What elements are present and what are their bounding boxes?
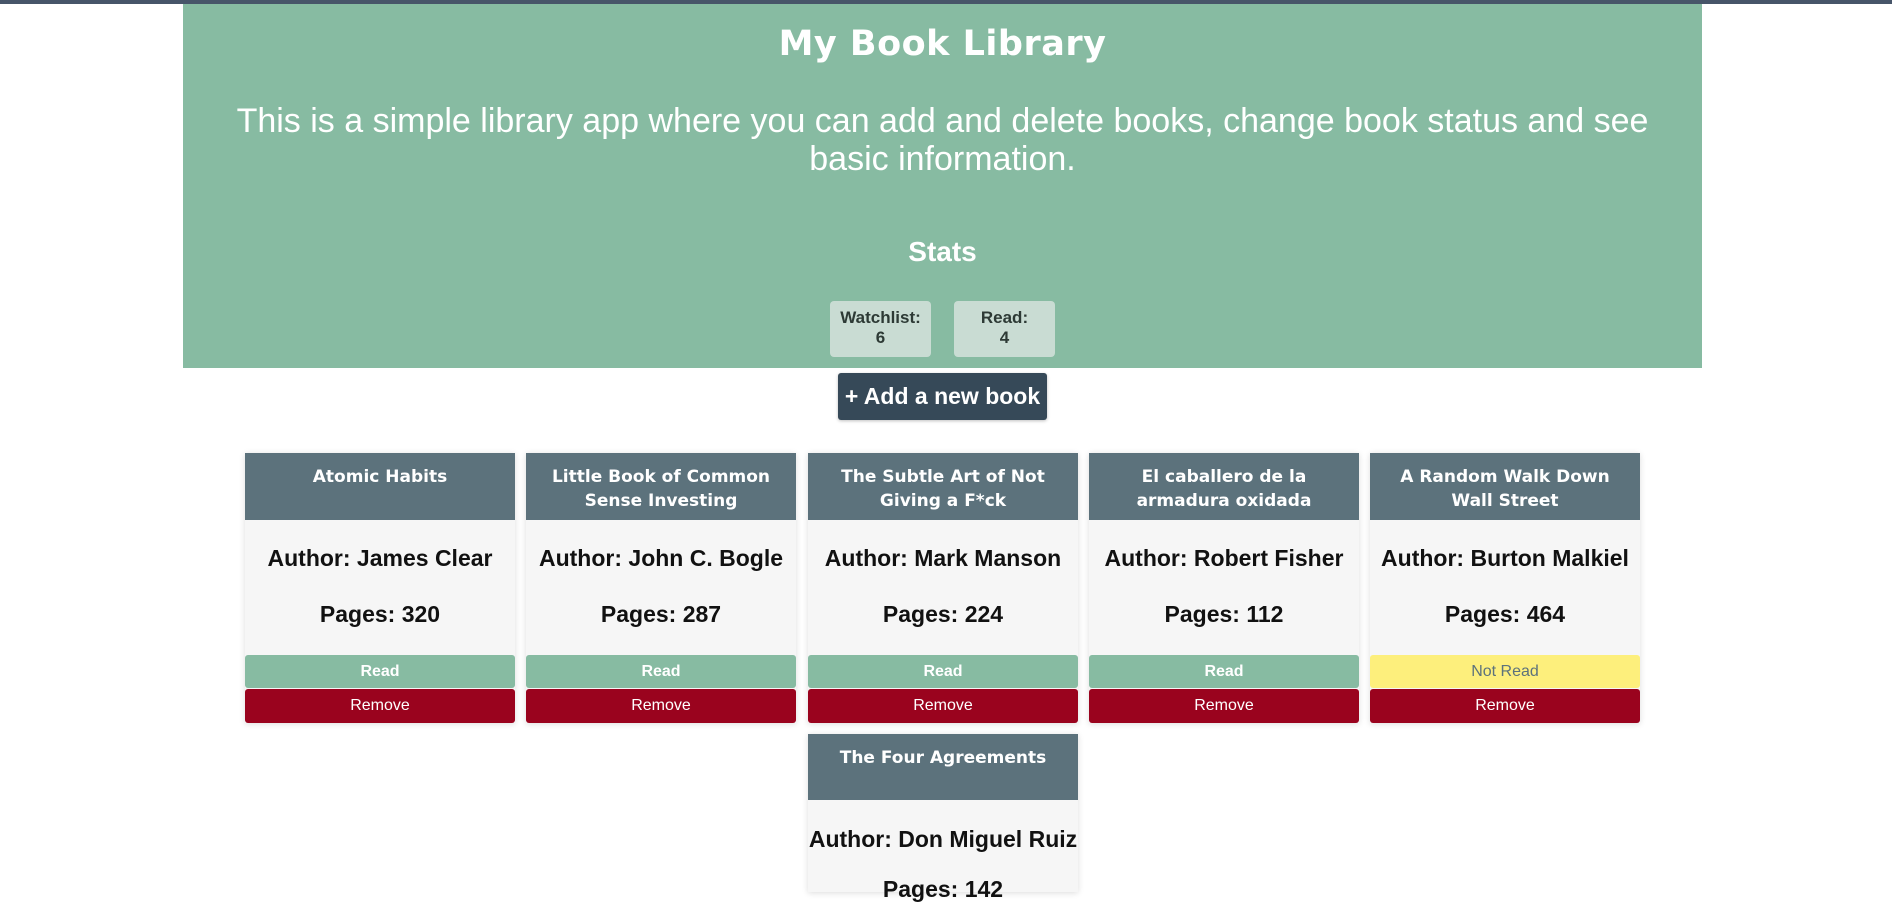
read-status-button[interactable]: Read (808, 655, 1078, 688)
book-author: Author: James Clear (267, 545, 493, 571)
book-author: Author: John C. Bogle (538, 545, 784, 571)
book-author: Author: Don Miguel Ruiz (808, 826, 1078, 852)
app-description: This is a simple library app where you c… (236, 102, 1649, 178)
read-status-button[interactable]: Read (1089, 655, 1359, 688)
watchlist-stat: Watchlist: 6 (830, 301, 931, 357)
book-card: The Four Agreements Author: Don Miguel R… (808, 734, 1078, 902)
remove-button[interactable]: Remove (808, 689, 1078, 723)
book-author: Author: Burton Malkiel (1381, 545, 1629, 571)
book-title: The Four Agreements (808, 734, 1078, 800)
not-read-status-button[interactable]: Not Read (1370, 655, 1640, 688)
book-title: El caballero de la armadura oxidada (1089, 453, 1359, 520)
book-card: El caballero de la armadura oxidada Auth… (1089, 453, 1359, 723)
book-card: Atomic Habits Author: James Clear Pages:… (245, 453, 515, 723)
book-author: Author: Mark Manson (824, 545, 1062, 571)
book-title: A Random Walk Down Wall Street (1370, 453, 1640, 520)
remove-button[interactable]: Remove (1089, 689, 1359, 723)
remove-button[interactable]: Remove (245, 689, 515, 723)
book-pages: Pages: 112 (1164, 601, 1284, 627)
read-status-button[interactable]: Read (245, 655, 515, 688)
add-book-button[interactable]: + Add a new book (838, 373, 1047, 420)
library-header: My Book Library This is a simple library… (183, 4, 1702, 368)
read-count: 4 (999, 328, 1010, 347)
watchlist-count: 6 (875, 328, 886, 347)
book-pages: Pages: 224 (882, 601, 1004, 627)
book-title: Little Book of Common Sense Investing (526, 453, 796, 520)
book-title: Atomic Habits (245, 453, 515, 520)
book-pages: Pages: 287 (600, 601, 722, 627)
remove-button[interactable]: Remove (1370, 689, 1640, 723)
book-pages: Pages: 142 (882, 876, 1004, 902)
read-status-button[interactable]: Read (526, 655, 796, 688)
remove-button[interactable]: Remove (526, 689, 796, 723)
book-card: The Subtle Art of Not Giving a F*ck Auth… (808, 453, 1078, 723)
stats-title: Stats (908, 236, 977, 267)
watchlist-label: Watchlist: (840, 308, 921, 327)
book-card: Little Book of Common Sense Investing Au… (526, 453, 796, 723)
read-label: Read: (980, 308, 1029, 327)
book-pages: Pages: 320 (319, 601, 441, 627)
read-stat: Read: 4 (954, 301, 1055, 357)
book-card: A Random Walk Down Wall Street Author: B… (1370, 453, 1640, 723)
page-title: My Book Library (778, 24, 1107, 64)
book-author: Author: Robert Fisher (1104, 545, 1344, 571)
book-title: The Subtle Art of Not Giving a F*ck (808, 453, 1078, 520)
book-pages: Pages: 464 (1444, 601, 1566, 627)
